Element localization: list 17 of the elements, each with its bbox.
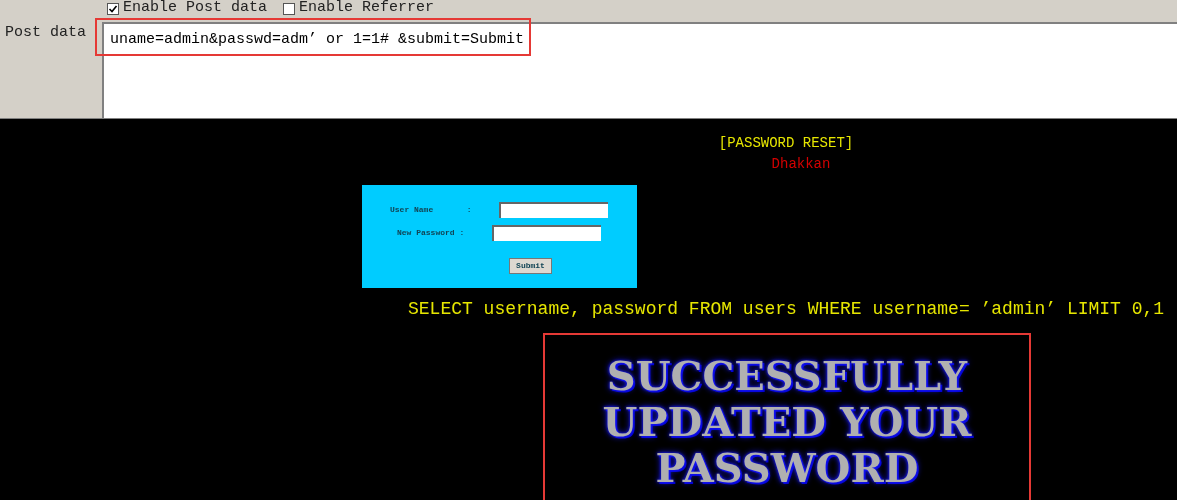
banner-text: PASSWORD [655,445,919,491]
post-data-label: Post data [4,23,87,43]
input-field[interactable] [492,225,601,241]
field-label: New Password : [396,227,466,239]
sql-query: SELECT username, password FROM users WHERE username= ’admin’ LIMIT 0,1 [408,298,1165,321]
page-title: [PASSWORD RESET] [718,134,854,153]
checkbox[interactable] [283,2,296,15]
submit-button[interactable]: Submit [509,258,552,274]
checkbox[interactable] [107,2,119,15]
banner-text: UPDATED YOUR [602,399,972,445]
page-subtitle: Dhakkan [770,155,831,174]
banner-text: SUCCESSFULLY [606,353,968,399]
checkbox-label[interactable]: Enable Post data [123,0,268,20]
post-data-field[interactable]: uname=admin&passwd=adm’ or 1=1# &submit=Submit [102,22,1177,118]
checkbox-label[interactable]: Enable Referrer [299,0,435,20]
field-label: User Name : [389,204,473,216]
input-field[interactable] [499,202,608,218]
